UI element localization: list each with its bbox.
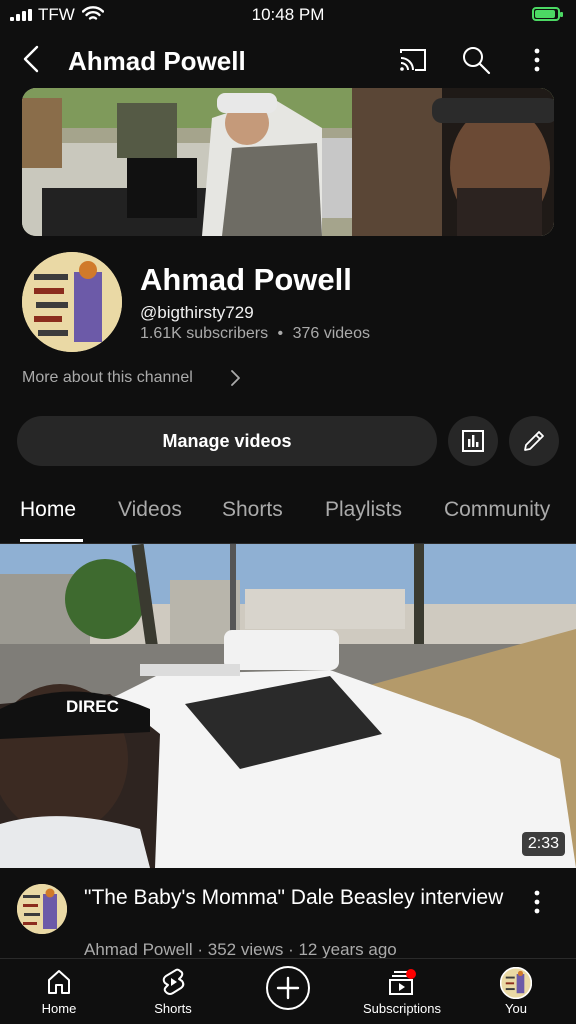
channel-name: Ahmad Powell [140,262,352,297]
search-icon[interactable] [460,44,492,76]
bottom-navigation: Home Shorts Subscriptions You [0,958,576,1024]
clock: 10:48 PM [251,5,325,24]
top-app-bar: Ahmad Powell [0,34,576,86]
more-about-channel-link[interactable]: More about this channel [22,369,193,387]
video-count: 376 videos [292,325,370,342]
edit-channel-button[interactable] [509,416,559,466]
manage-videos-button[interactable]: Manage videos [17,416,437,466]
home-icon [48,970,70,994]
page-title: Ahmad Powell [68,46,246,76]
nav-subscriptions-label: Subscriptions [362,1001,442,1016]
cast-icon[interactable] [397,44,429,76]
back-arrow-icon[interactable] [18,44,48,74]
tab-shorts[interactable]: Shorts [222,498,283,522]
tab-home[interactable]: Home [20,498,76,522]
analytics-button[interactable] [448,416,498,466]
create-icon [266,966,310,1010]
channel-banner [22,88,554,236]
subscriber-count: 1.61K subscribers [140,325,269,342]
nav-shorts[interactable]: Shorts [118,967,228,1016]
subscriptions-icon [389,969,416,995]
video-thumbnail[interactable]: DIREC 2:33 [0,544,576,868]
nav-home-label: Home [41,1001,77,1016]
video-more-options-icon[interactable] [526,888,548,918]
video-metadata: Ahmad Powell · 352 views · 12 years ago [84,940,397,959]
chevron-right-icon[interactable] [226,368,244,388]
channel-stats: 1.61K subscribers • 376 videos [140,325,370,343]
nav-home[interactable]: Home [4,967,114,1016]
tab-videos[interactable]: Videos [118,498,182,522]
tab-community[interactable]: Community [444,498,550,522]
you-avatar [500,967,532,999]
pencil-icon [524,431,544,451]
nav-subscriptions[interactable]: Subscriptions [347,967,457,1016]
status-bar: TFW 10:48 PM [0,0,576,34]
analytics-icon [462,430,484,452]
channel-handle: @bigthirsty729 [140,303,254,322]
shorts-icon [162,968,185,995]
video-title[interactable]: "The Baby's Momma" Dale Beasley intervie… [84,885,504,911]
cap-text: DIREC [66,697,119,716]
tab-playlists[interactable]: Playlists [325,498,402,522]
battery-icon [532,7,563,21]
channel-tabs: Home Videos Shorts Playlists Community [0,486,576,544]
channel-avatar[interactable] [22,252,122,352]
stats-separator: • [277,325,284,342]
notification-dot [406,969,416,979]
nav-you[interactable]: You [461,967,571,1016]
nav-shorts-label: Shorts [154,1001,192,1016]
more-options-icon[interactable] [521,44,553,76]
video-channel-avatar[interactable] [17,884,67,934]
nav-create[interactable] [233,966,343,1015]
active-tab-indicator [20,539,83,542]
duration-badge: 2:33 [521,832,565,856]
nav-you-label: You [505,1001,527,1016]
